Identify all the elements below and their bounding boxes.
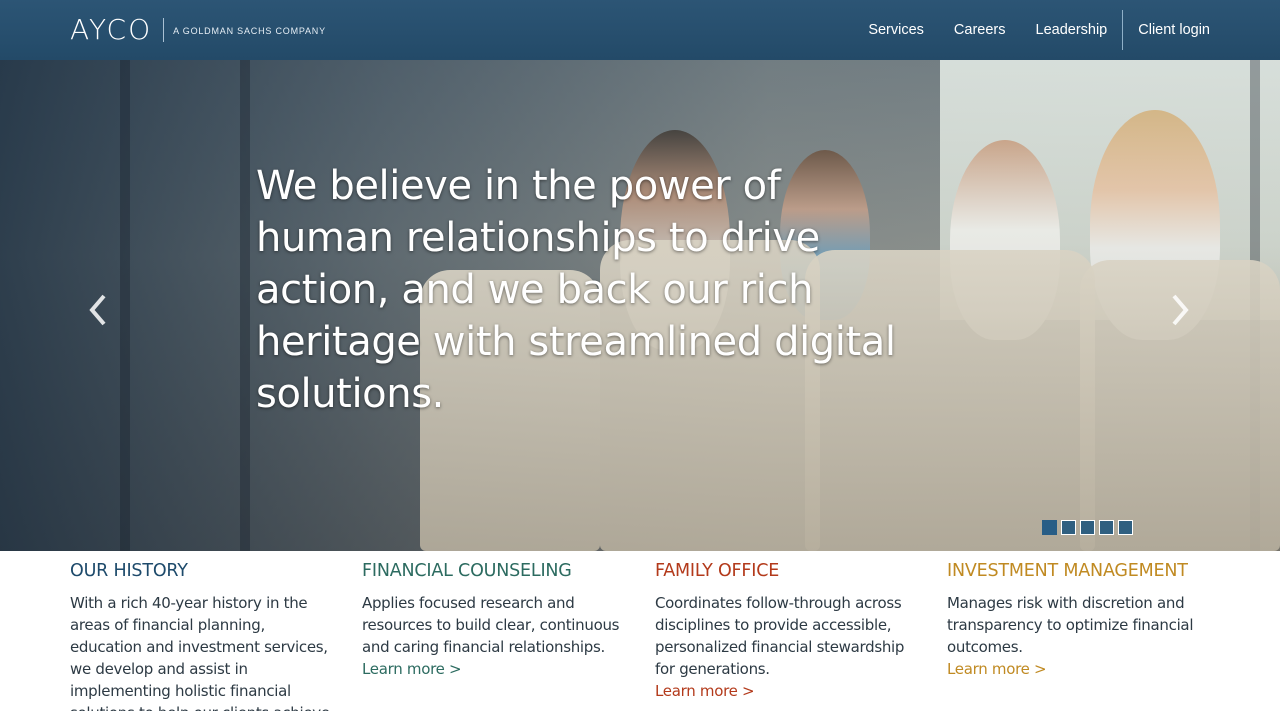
chevron-right-icon [1172, 294, 1189, 326]
ayco-logo[interactable]: AYCO A Goldman Sachs Company [70, 16, 326, 44]
carousel-dot-3[interactable] [1080, 520, 1095, 535]
nav-careers[interactable]: Careers [939, 0, 1021, 60]
hero-glass-frame [120, 60, 130, 551]
carousel-dot-2[interactable] [1061, 520, 1076, 535]
carousel-indicators [1042, 520, 1133, 535]
logo-divider [163, 18, 165, 42]
feature-columns: OUR HISTORY With a rich 40-year history … [0, 551, 1280, 711]
family-office-learn-more-link[interactable]: Learn more > [655, 680, 755, 702]
history-title: OUR HISTORY [70, 561, 188, 581]
investment-body: Manages risk with discretion and transpa… [947, 594, 1194, 656]
main-nav: Services Careers Leadership Client login [853, 0, 1210, 60]
history-column: OUR HISTORY With a rich 40-year history … [70, 551, 330, 711]
logo-tagline: A Goldman Sachs Company [173, 26, 326, 36]
hero-carousel: We believe in the power of human relatio… [0, 60, 1280, 551]
counseling-title: FINANCIAL COUNSELING [362, 561, 572, 581]
nav-services[interactable]: Services [853, 0, 939, 60]
counseling-learn-more-link[interactable]: Learn more > [362, 658, 462, 680]
nav-leadership[interactable]: Leadership [1021, 0, 1123, 60]
hero-glass-frame [240, 60, 250, 551]
carousel-prev-button[interactable] [86, 290, 110, 330]
family-office-title: FAMILY OFFICE [655, 561, 780, 581]
logo-wordmark: AYCO [70, 13, 153, 46]
hero-headline: We believe in the power of human relatio… [256, 163, 896, 417]
investment-title: INVESTMENT MANAGEMENT [947, 561, 1188, 581]
nav-client-login[interactable]: Client login [1123, 0, 1210, 60]
carousel-dot-4[interactable] [1099, 520, 1114, 535]
site-header: AYCO A Goldman Sachs Company Services Ca… [0, 0, 1280, 60]
investment-learn-more-link[interactable]: Learn more > [947, 658, 1047, 680]
chevron-left-icon [89, 294, 106, 326]
counseling-body: Applies focused research and resources t… [362, 594, 620, 656]
family-office-column: FAMILY OFFICE Coordinates follow-through… [655, 551, 915, 702]
investment-column: INVESTMENT MANAGEMENT Manages risk with … [947, 551, 1227, 680]
carousel-dot-1[interactable] [1042, 520, 1057, 535]
family-office-body: Coordinates follow-through across discip… [655, 594, 905, 678]
counseling-column: FINANCIAL COUNSELING Applies focused res… [362, 551, 622, 680]
carousel-next-button[interactable] [1168, 290, 1192, 330]
history-body: With a rich 40-year history in the areas… [70, 594, 330, 711]
carousel-dot-5[interactable] [1118, 520, 1133, 535]
